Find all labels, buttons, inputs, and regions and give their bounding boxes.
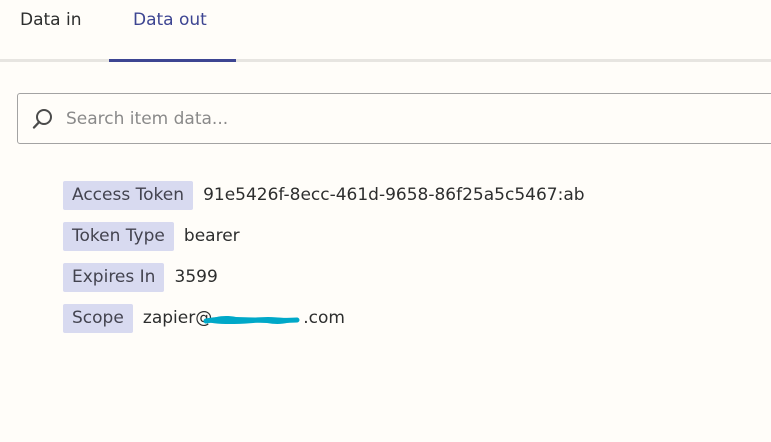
- field-value-expires-in: 3599: [174, 267, 218, 287]
- field-value-access-token: 91e5426f-8ecc-461d-9658-86f25a5c5467:ab: [203, 185, 585, 205]
- search-field[interactable]: [17, 93, 771, 144]
- output-fields-list: Access Token 91e5426f-8ecc-461d-9658-86f…: [63, 181, 585, 345]
- data-panel: Data in Data out Access Token 91e5426f-8…: [0, 0, 771, 442]
- search-input[interactable]: [66, 102, 756, 136]
- scope-visible-suffix: .com: [303, 308, 345, 328]
- tab-data-in[interactable]: Data in: [20, 0, 90, 62]
- field-row-scope: Scope zapier@ .com: [63, 304, 585, 333]
- tab-data-in-label: Data in: [20, 10, 82, 30]
- field-row-token-type: Token Type bearer: [63, 222, 585, 251]
- field-value-scope: zapier@ .com: [143, 304, 345, 333]
- data-tabs: Data in Data out: [0, 0, 771, 62]
- field-key-token-type: Token Type: [63, 222, 174, 251]
- field-key-scope: Scope: [63, 304, 133, 333]
- field-value-token-type: bearer: [183, 226, 240, 246]
- tab-data-out-label: Data out: [133, 10, 207, 30]
- active-tab-indicator: [109, 59, 236, 62]
- scope-visible-prefix: zapier@: [142, 308, 213, 328]
- search-icon: [32, 109, 52, 129]
- field-row-access-token: Access Token 91e5426f-8ecc-461d-9658-86f…: [63, 181, 585, 210]
- redaction-scribble-icon: [203, 316, 300, 324]
- field-key-access-token: Access Token: [63, 181, 193, 210]
- field-key-expires-in: Expires In: [63, 263, 165, 292]
- tab-data-out[interactable]: Data out: [109, 0, 236, 62]
- field-row-expires-in: Expires In 3599: [63, 263, 585, 292]
